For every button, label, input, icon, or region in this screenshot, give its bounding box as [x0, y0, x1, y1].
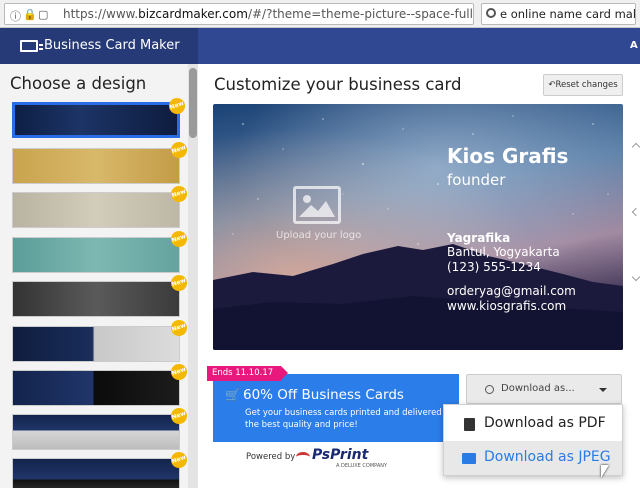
header-right-panel — [198, 28, 640, 64]
design-thumb-teal[interactable]: New — [12, 228, 190, 273]
powered-by-label: Powered by — [246, 452, 296, 462]
page-icon: ▢ — [38, 8, 49, 21]
psprint-logo[interactable]: PsPrint — [312, 447, 368, 463]
design-thumb-space-left[interactable]: New — [12, 317, 190, 362]
search-icon — [486, 8, 496, 18]
download-icon — [485, 385, 494, 394]
reset-changes-button[interactable]: ↶Reset changes — [543, 74, 623, 96]
app-root: ⓘ 🔒 ▢ https://www.bizcardmaker.com/#/?th… — [0, 0, 640, 488]
browser-toolbar: ⓘ 🔒 ▢ https://www.bizcardmaker.com/#/?th… — [0, 0, 640, 28]
design-thumb-space-bottom[interactable]: New — [12, 449, 190, 488]
download-pdf-option[interactable]: Download as PDF — [444, 407, 622, 441]
design-thumb-beige[interactable]: New — [12, 183, 190, 228]
design-thumb-space-night[interactable]: New — [12, 95, 188, 138]
sidebar-title: Choose a design — [10, 74, 147, 93]
url-field[interactable]: ⓘ 🔒 ▢ https://www.bizcardmaker.com/#/?th… — [4, 3, 474, 25]
business-card-preview[interactable]: Upload your logo Kios Grafis founder Yag… — [213, 104, 623, 350]
card-email[interactable]: orderyag@gmail.com — [447, 284, 576, 298]
info-icon[interactable]: ⓘ — [10, 8, 21, 24]
card-address[interactable]: Bantul, Yogyakarta — [447, 245, 560, 259]
card-job-title[interactable]: founder — [447, 171, 505, 189]
card-website[interactable]: www.kiosgrafis.com — [447, 299, 566, 313]
app-header: Business Card Maker A — [0, 28, 640, 64]
sidebar-scrollbar[interactable] — [188, 64, 198, 488]
design-thumb-dark-gray[interactable]: New — [12, 272, 190, 317]
download-button-label: Download as... — [501, 383, 575, 394]
mouse-cursor-icon — [601, 465, 609, 478]
promo-banner[interactable]: 🛒 60% Off Business Cards Get your busine… — [213, 374, 459, 442]
promo-headline: 60% Off Business Cards — [243, 387, 404, 403]
chevron-left-icon[interactable] — [631, 207, 640, 217]
download-pdf-label: Download as PDF — [484, 415, 606, 431]
psprint-tagline: A DELUXE COMPANY — [336, 463, 388, 469]
page-title: Customize your business card — [214, 75, 462, 94]
cart-icon: 🛒 — [225, 388, 240, 402]
psprint-swoosh-icon — [296, 452, 310, 462]
business-card-icon — [20, 40, 43, 52]
browser-search-field[interactable]: e online name card maker — [481, 3, 636, 25]
card-company[interactable]: Yagrafika — [447, 231, 510, 245]
download-button[interactable]: Download as... — [466, 374, 622, 404]
promo-body: Get your business cards printed and deli… — [245, 408, 453, 430]
chevron-up-icon[interactable] — [631, 142, 640, 152]
file-icon — [464, 418, 475, 431]
url-text: https://www.bizcardmaker.com/#/?theme=th… — [63, 7, 473, 21]
design-thumb-space-band[interactable]: New — [12, 405, 190, 450]
upload-logo-label[interactable]: Upload your logo — [276, 230, 361, 241]
download-jpeg-label: Download as JPEG — [484, 449, 611, 465]
upload-logo-image-icon[interactable] — [293, 186, 341, 224]
browser-search-text: e online name card maker — [500, 7, 636, 21]
promo-ends-tag: Ends 11.10.17 — [207, 366, 289, 381]
chevron-down-icon — [599, 388, 607, 392]
right-edge-controls — [630, 104, 640, 464]
card-name[interactable]: Kios Grafis — [447, 144, 568, 168]
design-thumb-gold[interactable]: New — [12, 139, 190, 184]
download-jpeg-option[interactable]: Download as JPEG — [444, 441, 622, 475]
sidebar-scroll-thumb[interactable] — [189, 68, 197, 138]
card-background-image — [213, 104, 623, 350]
chevron-down-icon[interactable] — [631, 272, 640, 282]
design-thumb-space-dark[interactable]: New — [12, 361, 190, 406]
card-phone[interactable]: (123) 555-1234 — [447, 260, 541, 274]
header-right-link[interactable]: A — [630, 40, 638, 51]
app-title[interactable]: Business Card Maker — [44, 38, 180, 53]
download-menu: Download as PDF Download as JPEG — [443, 404, 623, 476]
lock-icon: 🔒 — [23, 8, 37, 21]
image-icon — [462, 453, 476, 464]
